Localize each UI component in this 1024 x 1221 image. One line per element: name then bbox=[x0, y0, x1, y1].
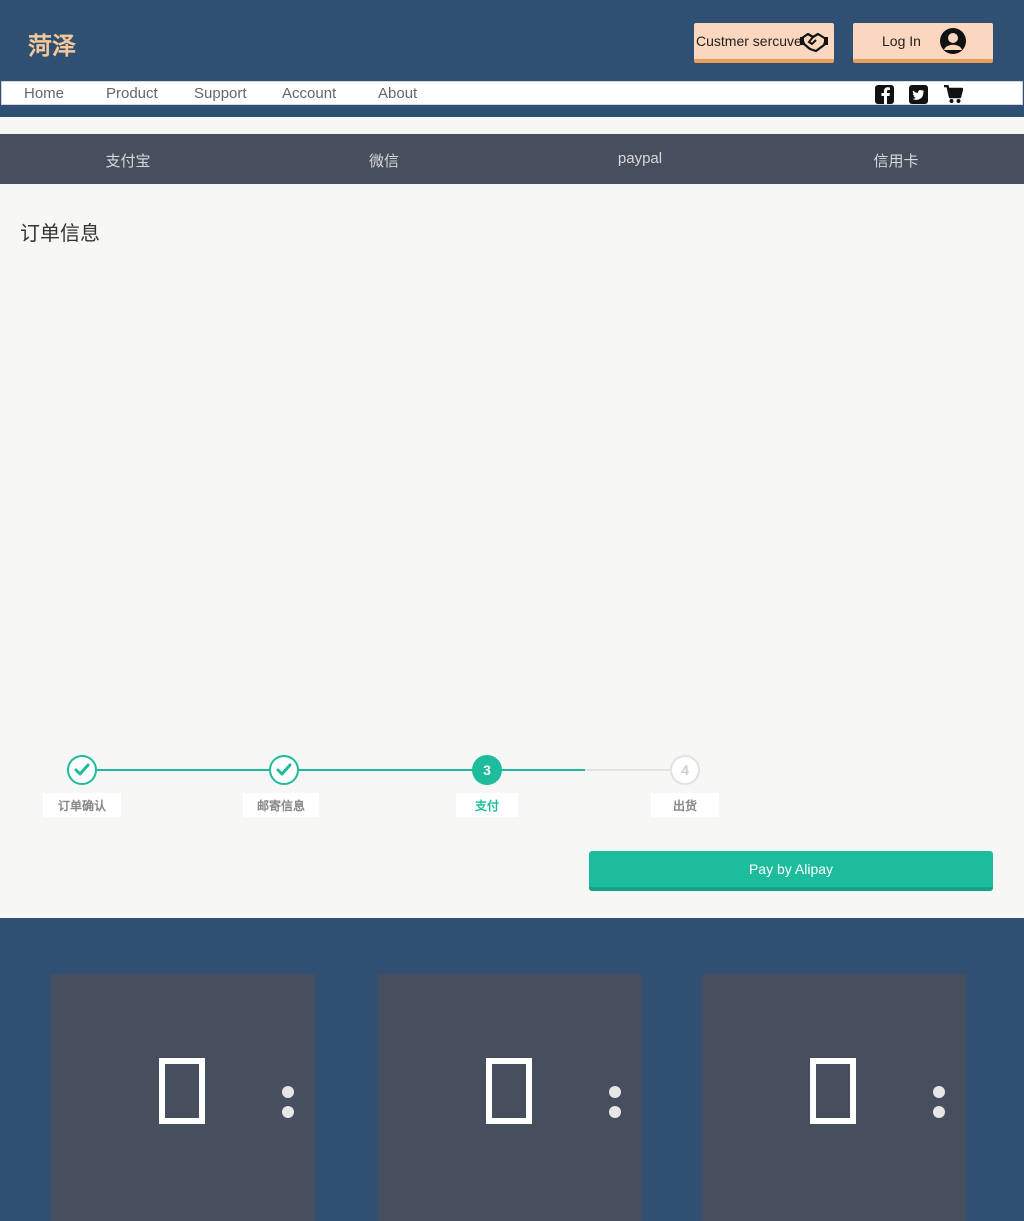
nav-item-product[interactable]: Product bbox=[106, 85, 158, 102]
login-button[interactable]: Log In bbox=[853, 23, 993, 63]
logo[interactable]: 菏泽 bbox=[28, 26, 76, 61]
nav-item-about[interactable]: About bbox=[378, 85, 417, 102]
nav-item-account[interactable]: Account bbox=[282, 85, 336, 102]
placeholder-glyph-icon bbox=[810, 1058, 856, 1124]
tab-paypal[interactable]: paypal bbox=[580, 150, 700, 167]
pay-by-alipay-button[interactable]: Pay by Alipay bbox=[589, 851, 993, 891]
tab-wechat[interactable]: 微信 bbox=[324, 150, 444, 171]
dot-icon bbox=[609, 1106, 621, 1118]
top-nav: Home Product Support Account About bbox=[1, 81, 1023, 105]
step-2-circle bbox=[269, 755, 299, 785]
step-3-label: 支付 bbox=[456, 793, 518, 817]
nav-item-support[interactable]: Support bbox=[194, 85, 247, 102]
footer bbox=[0, 918, 1024, 1221]
twitter-icon[interactable] bbox=[909, 85, 928, 104]
page-title: 订单信息 bbox=[20, 221, 100, 245]
check-icon bbox=[276, 763, 292, 776]
step-1-circle bbox=[67, 755, 97, 785]
step-4-circle: 4 bbox=[670, 755, 700, 785]
dot-icon bbox=[282, 1086, 294, 1098]
footer-card bbox=[702, 974, 966, 1221]
dot-icon bbox=[609, 1086, 621, 1098]
placeholder-glyph-icon bbox=[159, 1058, 205, 1124]
facebook-icon[interactable] bbox=[875, 85, 894, 104]
step-3-circle: 3 bbox=[472, 755, 502, 785]
customer-service-label: Custmer sercuve bbox=[696, 33, 802, 49]
dot-icon bbox=[282, 1106, 294, 1118]
dot-icon bbox=[933, 1106, 945, 1118]
handshake-icon bbox=[800, 32, 828, 53]
tab-alipay[interactable]: 支付宝 bbox=[68, 150, 188, 171]
tab-credit-card[interactable]: 信用卡 bbox=[836, 150, 956, 171]
step-2-label: 邮寄信息 bbox=[243, 793, 319, 817]
step-1-label: 订单确认 bbox=[43, 793, 121, 817]
progress-line-pending bbox=[585, 769, 671, 771]
footer-card bbox=[378, 974, 642, 1221]
placeholder-glyph-icon bbox=[486, 1058, 532, 1124]
dot-icon bbox=[933, 1086, 945, 1098]
customer-service-button[interactable]: Custmer sercuve bbox=[694, 23, 834, 63]
progress-line-complete bbox=[97, 769, 585, 771]
nav-item-home[interactable]: Home bbox=[24, 85, 64, 102]
payment-method-tabs: 支付宝 微信 paypal 信用卡 bbox=[0, 134, 1024, 184]
check-icon bbox=[74, 763, 90, 776]
progress-steps: 订单确认 邮寄信息 3 支付 4 出货 bbox=[0, 740, 1024, 830]
user-icon bbox=[940, 28, 966, 54]
login-label: Log In bbox=[882, 33, 921, 49]
cart-icon[interactable] bbox=[944, 85, 963, 104]
step-4-label: 出货 bbox=[651, 793, 719, 817]
footer-card bbox=[51, 974, 315, 1221]
header: 菏泽 Custmer sercuve Log In Home Product S… bbox=[0, 0, 1024, 117]
